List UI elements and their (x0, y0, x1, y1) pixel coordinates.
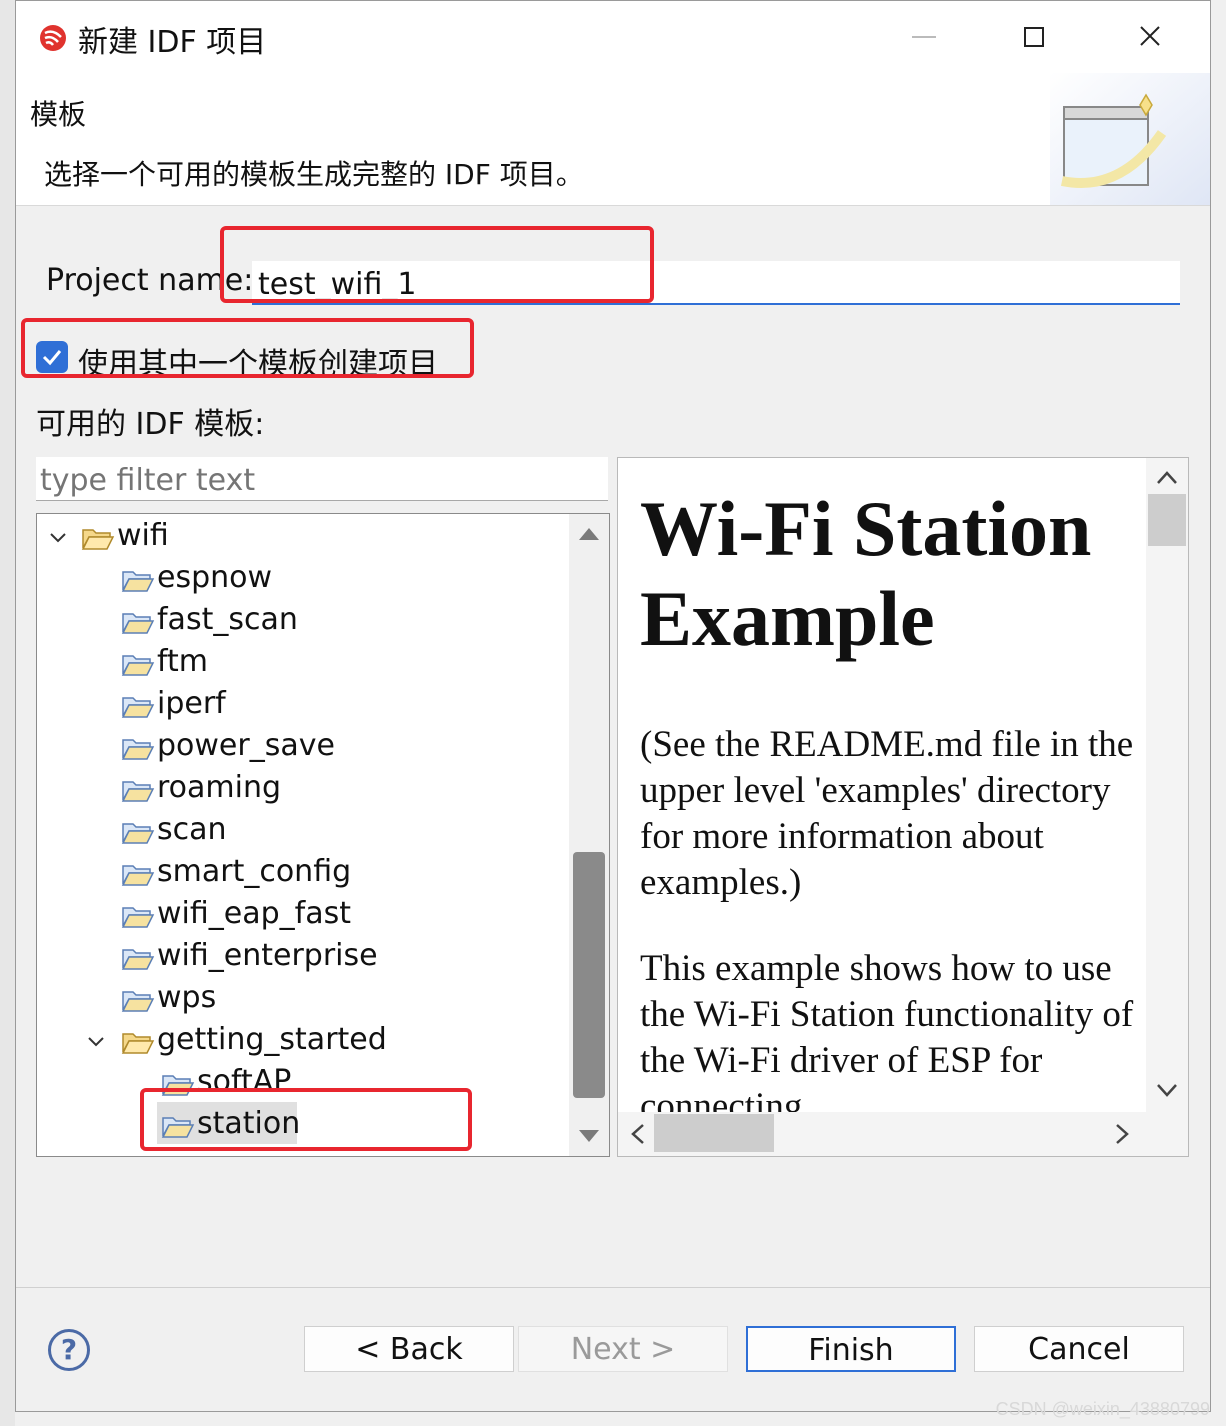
close-icon[interactable] (1131, 19, 1171, 55)
tree-item-label: wps (157, 980, 217, 1015)
minimize-icon[interactable] (904, 19, 944, 55)
chevron-down-icon[interactable] (1155, 1080, 1179, 1100)
maximize-icon[interactable] (1014, 19, 1054, 55)
folder-open-icon (121, 1033, 155, 1054)
chevron-down-icon[interactable] (85, 1030, 107, 1052)
tree-item-label: scan (157, 812, 227, 847)
finish-button[interactable]: Finish (746, 1326, 956, 1372)
scrollbar-thumb[interactable] (1148, 494, 1186, 546)
tree-item-label: iperf (157, 686, 226, 721)
watermark: CSDN @weixin_43880799 (995, 1399, 1210, 1419)
folder-open-icon (121, 655, 155, 676)
background-window-edge (0, 0, 15, 1426)
template-preview-pane: Wi-Fi Station Example (See the README.md… (617, 457, 1189, 1157)
back-button[interactable]: < Back (304, 1326, 514, 1372)
tree-item-label: wifi_enterprise (157, 938, 378, 973)
tree-item-label: getting_started (157, 1022, 387, 1057)
scroll-up-icon[interactable] (577, 524, 601, 544)
tree-item-label: wifi (117, 518, 169, 553)
window-title: 新建 IDF 项目 (78, 25, 267, 60)
folder-open-icon (121, 571, 155, 592)
page-title: 模板 (30, 98, 87, 131)
annotation-box-station (140, 1088, 472, 1151)
template-filter-input[interactable] (36, 457, 608, 501)
tree-item-label: fast_scan (157, 602, 298, 637)
folder-open-icon (121, 907, 155, 928)
template-tree: wifi espnow fast_scan ftm iperf power_sa… (36, 513, 610, 1157)
tree-item-label: roaming (157, 770, 282, 805)
tree-item-label: smart_config (157, 854, 352, 889)
tree-item-label: ftm (157, 644, 209, 679)
available-templates-label: 可用的 IDF 模板: (36, 407, 265, 442)
button-bar-divider (16, 1287, 1210, 1288)
readme-preview: Wi-Fi Station Example (See the README.md… (640, 484, 1140, 1112)
folder-open-icon (121, 991, 155, 1012)
folder-open-icon (121, 823, 155, 844)
tree-scrollbar[interactable] (569, 514, 609, 1156)
folder-open-icon (121, 613, 155, 634)
chevron-down-icon[interactable] (47, 526, 69, 548)
folder-open-icon (121, 781, 155, 802)
folder-open-icon (81, 529, 115, 550)
scrollbar-thumb[interactable] (654, 1114, 774, 1152)
preview-heading: Wi-Fi Station Example (640, 485, 1092, 662)
wizard-header: 模板 选择一个可用的模板生成完整的 IDF 项目。 (16, 73, 1210, 206)
page-description: 选择一个可用的模板生成完整的 IDF 项目。 (44, 158, 584, 191)
chevron-right-icon[interactable] (1112, 1122, 1132, 1146)
preview-paragraph: This example shows how to use the Wi-Fi … (640, 948, 1134, 1112)
tree-item-label: wifi_eap_fast (157, 896, 351, 931)
folder-open-icon (121, 865, 155, 886)
new-idf-project-dialog: 新建 IDF 项目 模板 选择一个可用的模板生成完整的 IDF 项目。 Proj… (15, 0, 1211, 1412)
wizard-banner-icon (1050, 73, 1210, 205)
chevron-up-icon[interactable] (1155, 468, 1179, 488)
help-icon[interactable]: ? (48, 1329, 90, 1371)
preview-horizontal-scrollbar[interactable] (618, 1112, 1188, 1156)
annotation-box-use-template (21, 318, 474, 378)
chevron-left-icon[interactable] (628, 1122, 648, 1146)
preview-vertical-scrollbar[interactable] (1146, 458, 1188, 1112)
folder-open-icon (121, 949, 155, 970)
tree-item-wifi[interactable]: wifi (37, 516, 567, 556)
espressif-logo-icon (40, 25, 66, 51)
folder-open-icon (121, 739, 155, 760)
preview-paragraph: (See the README.md file in the upper lev… (640, 724, 1134, 903)
tree-item-label: power_save (157, 728, 335, 763)
scrollbar-thumb[interactable] (573, 852, 605, 1098)
title-bar: 新建 IDF 项目 (16, 1, 1210, 73)
annotation-box-project-name (220, 226, 654, 303)
cancel-button[interactable]: Cancel (974, 1326, 1184, 1372)
tree-item-label: espnow (157, 560, 273, 595)
scroll-down-icon[interactable] (577, 1126, 601, 1146)
folder-open-icon (121, 697, 155, 718)
next-button[interactable]: Next > (518, 1326, 728, 1372)
